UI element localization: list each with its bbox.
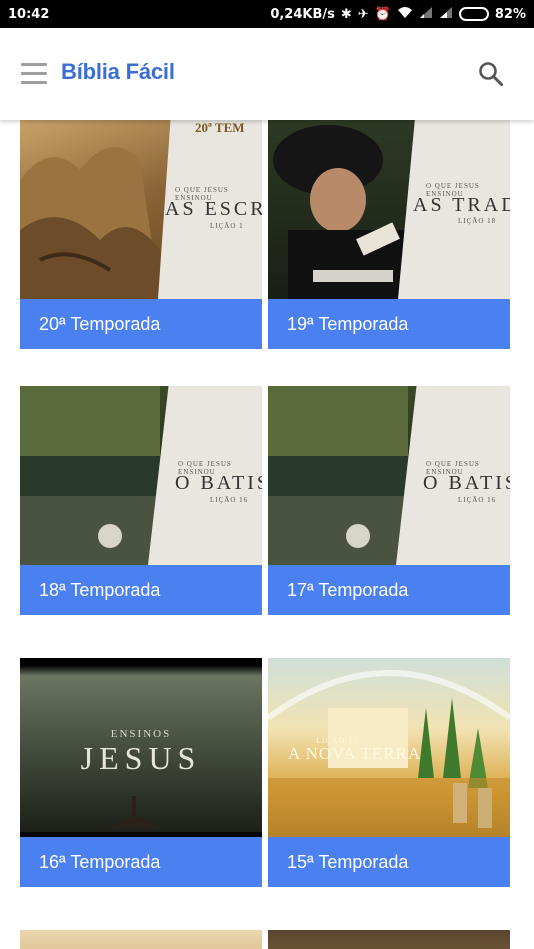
season-thumbnail: O QUE JESUS ENSINOU O BATIS LIÇÃO 16 bbox=[20, 386, 262, 565]
season-card[interactable]: O QUE JESUS ENSINOU O BATIS LIÇÃO 16 18ª… bbox=[20, 386, 262, 615]
season-thumbnail: O QUE JESUS ENSINOU O BATIS LIÇÃO 16 bbox=[268, 386, 510, 565]
thumb-title-text: O BATIS bbox=[175, 472, 262, 494]
signal-icon bbox=[439, 6, 453, 23]
season-label: 18ª Temporada bbox=[39, 579, 161, 600]
thumb-small-text: ENSINOS bbox=[110, 728, 172, 740]
battery-percent: 82% bbox=[494, 6, 526, 22]
season-thumbnail: ENSINOS JESUS bbox=[20, 658, 262, 837]
season-label: 17ª Temporada bbox=[287, 579, 409, 600]
mute-icon: ✈ bbox=[357, 6, 369, 22]
bluetooth-icon: ✱ bbox=[340, 6, 352, 22]
season-card[interactable]: LIÇÃO 13 A NOVA TERRA 15ª Temporada bbox=[268, 658, 510, 887]
search-icon[interactable] bbox=[478, 61, 504, 87]
season-card-partial[interactable] bbox=[268, 930, 510, 949]
thumb-lesson-text: LIÇÃO 1 bbox=[210, 222, 244, 230]
season-thumbnail: O QUE JESUS ENSINOU AS TRADIÇ LIÇÃO 18 bbox=[268, 120, 510, 299]
status-time: 10:42 bbox=[8, 6, 50, 22]
thumb-title-text: AS ESCRITU bbox=[165, 198, 262, 220]
season-card-partial[interactable] bbox=[20, 930, 262, 949]
season-label: 19ª Temporada bbox=[287, 313, 409, 334]
menu-icon[interactable] bbox=[21, 63, 47, 85]
thumb-title-text: A NOVA TERRA bbox=[288, 744, 422, 763]
season-card[interactable]: O QUE JESUS ENSINOU O BATIS LIÇÃO 16 17ª… bbox=[268, 386, 510, 615]
alarm-icon: ⏰ bbox=[374, 6, 391, 22]
thumb-title-text: AS TRADIÇ bbox=[413, 194, 510, 216]
thumb-banner: 20ª TEM bbox=[195, 120, 262, 135]
season-card[interactable]: O QUE JESUS ENSINOU AS TRADIÇ LIÇÃO 18 1… bbox=[268, 120, 510, 349]
thumb-lesson-text: LIÇÃO 18 bbox=[458, 217, 497, 225]
wifi-icon bbox=[397, 6, 413, 23]
season-label: 20ª Temporada bbox=[39, 313, 161, 334]
thumb-title-text: O BATIS bbox=[423, 472, 510, 494]
app-title: Bíblia Fácil bbox=[61, 59, 175, 84]
season-card[interactable]: ENSINOS JESUS 16ª Temporada bbox=[20, 658, 262, 887]
thumb-title-text: JESUS bbox=[80, 740, 202, 776]
status-bar: 10:42 0,24KB/s ✱ ✈ ⏰ 82% bbox=[0, 0, 534, 28]
season-card[interactable]: 20ª TEM O QUE JESUS ENSINOU AS ESCRITU L… bbox=[20, 120, 262, 349]
network-speed: 0,24KB/s bbox=[270, 6, 335, 22]
season-grid: 20ª TEM O QUE JESUS ENSINOU AS ESCRITU L… bbox=[0, 120, 534, 949]
season-label: 15ª Temporada bbox=[287, 851, 409, 872]
status-right: 0,24KB/s ✱ ✈ ⏰ 82% bbox=[270, 6, 526, 23]
app-bar: Bíblia Fácil bbox=[0, 28, 534, 120]
signal-icon bbox=[419, 6, 433, 23]
season-thumbnail: 20ª TEM O QUE JESUS ENSINOU AS ESCRITU L… bbox=[20, 120, 262, 299]
season-thumbnail: LIÇÃO 13 A NOVA TERRA bbox=[268, 658, 510, 837]
season-label: 16ª Temporada bbox=[39, 851, 161, 872]
thumb-lesson-text: LIÇÃO 16 bbox=[210, 496, 249, 504]
battery-icon bbox=[458, 7, 489, 21]
thumb-lesson-text: LIÇÃO 16 bbox=[458, 496, 497, 504]
